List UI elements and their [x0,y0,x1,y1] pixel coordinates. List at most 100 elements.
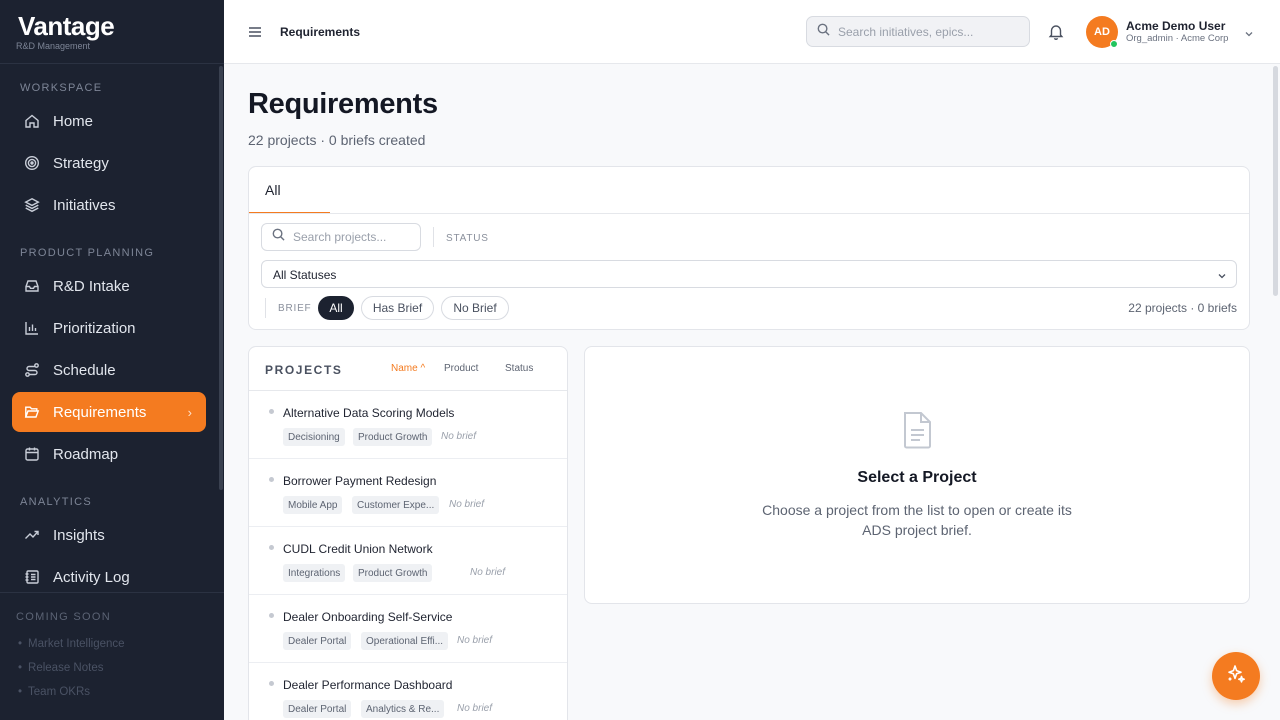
project-name: CUDL Credit Union Network [283,542,433,556]
bell-icon[interactable] [1048,23,1064,45]
project-row[interactable]: Alternative Data Scoring Models Decision… [249,391,567,459]
chevron-right-icon: › [187,404,192,420]
page-scrollbar[interactable] [1273,66,1278,296]
sidebar-nav: WORKSPACE Home Strategy Initiatives PROD… [0,64,224,594]
sidebar-item-label: Insights [53,526,105,544]
divider [265,298,266,318]
tab-divider [249,213,1249,214]
document-icon [901,411,933,454]
search-icon [817,23,830,41]
global-search[interactable] [806,16,1030,47]
status-dot [269,409,274,414]
project-name: Dealer Performance Dashboard [283,678,453,692]
tab-all[interactable]: All [249,167,330,214]
coming-soon-item: Market Intelligence [0,638,125,650]
coming-soon-section: COMING SOON Market Intelligence Release … [0,592,224,720]
empty-state-title: Select a Project [857,469,977,486]
route-icon [24,362,40,378]
chevron-down-icon[interactable] [1244,26,1254,44]
status-dot [269,613,274,618]
status-dot [269,477,274,482]
brief-filter-all[interactable]: All [318,296,354,320]
sidebar-item-label: Roadmap [53,445,119,463]
status-select[interactable]: All Statuses [261,260,1237,288]
online-status-dot [1110,40,1118,48]
sidebar-item-initiatives[interactable]: Initiatives [12,185,206,225]
sidebar-item-label: Activity Log [53,568,130,586]
sidebar-item-activity-log[interactable]: Activity Log [12,557,206,597]
topbar: Requirements AD Acme Demo User Org_admin… [224,0,1280,64]
project-row[interactable]: CUDL Credit Union Network Integrations P… [249,527,567,595]
user-role: Org_admin · Acme Corp [1126,33,1229,44]
sidebar: Vantage R&D Management WORKSPACE Home St… [0,0,224,720]
product-tag: Mobile App [283,496,343,514]
brief-filter-has-brief[interactable]: Has Brief [361,296,434,320]
section-label-coming-soon: COMING SOON [16,611,111,623]
brand-subtitle: R&D Management [16,41,91,51]
menu-icon[interactable] [248,25,262,44]
project-search[interactable] [261,223,421,251]
brief-status: No brief [449,499,485,510]
sidebar-item-schedule[interactable]: Schedule [12,350,206,390]
product-tag: Integrations [283,564,346,582]
sidebar-scrollbar[interactable] [219,66,223,490]
product-tag: Dealer Portal [283,700,352,718]
sidebar-item-label: Requirements [53,403,147,421]
sidebar-item-roadmap[interactable]: Roadmap [12,434,206,474]
theme-tag: Customer Expe... [352,496,440,514]
breadcrumb: Requirements [280,25,361,39]
sidebar-item-label: Schedule [53,361,116,379]
folder-open-icon [24,404,40,420]
status-select-value: All Statuses [273,268,337,282]
brief-status: No brief [441,431,477,442]
theme-tag: Analytics & Re... [361,700,445,718]
projects-list-header: PROJECTS Name ^ Product Status [249,347,567,391]
project-name: Borrower Payment Redesign [283,474,437,488]
status-filter-label: STATUS [446,233,489,244]
brief-status: No brief [470,567,506,578]
coming-soon-item: Team OKRs [0,686,90,698]
home-icon [24,113,40,129]
user-name[interactable]: Acme Demo User [1126,19,1225,33]
divider [433,227,434,247]
project-name: Alternative Data Scoring Models [283,406,455,420]
brief-filter-no-brief[interactable]: No Brief [441,296,509,320]
project-search-input[interactable] [293,230,413,244]
project-row[interactable]: Dealer Performance Dashboard Dealer Port… [249,663,567,720]
sort-by-status[interactable]: Status [505,363,533,374]
calendar-icon [24,446,40,462]
project-row[interactable]: Borrower Payment Redesign Mobile App Cus… [249,459,567,527]
projects-title: PROJECTS [265,363,343,377]
sidebar-item-strategy[interactable]: Strategy [12,143,206,183]
inbox-icon [24,278,40,294]
brand[interactable]: Vantage R&D Management [0,0,224,64]
sidebar-item-prioritization[interactable]: Prioritization [12,308,206,348]
avatar[interactable]: AD [1086,16,1118,48]
product-tag: Decisioning [283,428,345,446]
sort-by-name[interactable]: Name ^ [391,363,425,374]
empty-state-description: Choose a project from the list to open o… [762,502,1072,538]
sidebar-item-rd-intake[interactable]: R&D Intake [12,266,206,306]
section-label-analytics: ANALYTICS [20,496,93,508]
project-row[interactable]: Dealer Onboarding Self-Service Dealer Po… [249,595,567,663]
target-icon [24,155,40,171]
sidebar-item-home[interactable]: Home [12,101,206,141]
status-dot [269,545,274,550]
bar-chart-icon [24,320,40,336]
section-label-product-planning: PRODUCT PLANNING [20,247,155,259]
sidebar-item-label: Strategy [53,154,109,172]
sidebar-item-label: Prioritization [53,319,136,337]
brief-filter-label: BRIEF [278,303,312,314]
sparkles-icon [1225,663,1247,690]
brand-logo: Vantage [18,11,115,41]
sidebar-item-insights[interactable]: Insights [12,515,206,555]
avatar-initials: AD [1094,26,1110,38]
search-icon [272,228,285,246]
ai-assistant-button[interactable] [1212,652,1260,700]
sidebar-item-label: Initiatives [53,196,116,214]
brief-status: No brief [457,703,493,714]
brief-status: No brief [457,635,493,646]
search-input[interactable] [838,24,1018,39]
sidebar-item-requirements[interactable]: Requirements › [12,392,206,432]
sort-by-product[interactable]: Product [444,363,478,374]
